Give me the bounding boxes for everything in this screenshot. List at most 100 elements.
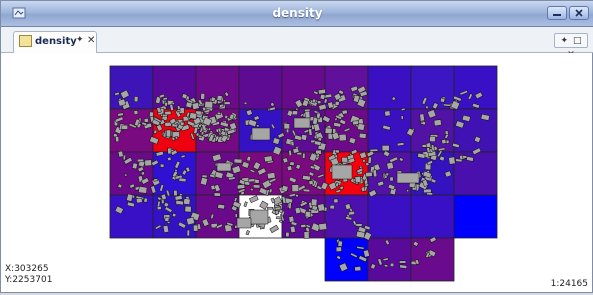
building-footprint — [319, 93, 326, 100]
building-footprint — [288, 202, 292, 210]
density-cell — [453, 108, 498, 153]
building-footprint — [251, 127, 271, 141]
building-footprint — [441, 138, 447, 145]
building-footprint — [355, 230, 366, 239]
panel-maximize-icon[interactable]: □ — [573, 36, 582, 46]
map-canvas[interactable]: X:303265 Y:2253701 1:24165 — [2, 53, 592, 291]
building-footprint — [291, 184, 300, 192]
building-footprint — [302, 188, 311, 193]
building-footprint — [156, 206, 162, 211]
building-footprint — [288, 149, 292, 157]
building-footprint — [348, 210, 355, 216]
building-footprint — [183, 198, 191, 205]
map-layer-icon — [19, 35, 32, 47]
building-footprint — [286, 165, 293, 172]
density-cell — [410, 65, 455, 110]
building-footprint — [338, 133, 347, 142]
building-footprint — [210, 96, 216, 103]
building-footprint — [268, 188, 273, 194]
building-footprint — [355, 223, 363, 227]
building-footprint — [426, 192, 433, 196]
building-footprint — [133, 96, 139, 103]
x-coordinate: X:303265 — [5, 264, 49, 274]
minimize-button[interactable] — [547, 6, 567, 20]
close-button[interactable] — [569, 6, 589, 20]
building-footprint — [444, 130, 449, 135]
building-footprint — [186, 216, 195, 226]
building-footprint — [334, 149, 340, 154]
building-footprint — [421, 144, 428, 148]
scale-readout: 1:24165 — [550, 279, 588, 289]
building-footprint — [162, 225, 170, 233]
building-footprint — [308, 128, 313, 136]
close-icon — [575, 9, 583, 17]
building-footprint — [267, 206, 274, 210]
building-footprint — [137, 158, 145, 163]
building-footprint — [455, 158, 463, 163]
building-footprint — [144, 159, 153, 167]
building-footprint — [360, 186, 366, 193]
density-map[interactable] — [2, 53, 592, 291]
building-footprint — [302, 175, 311, 181]
building-footprint — [399, 260, 407, 264]
building-footprint — [122, 154, 126, 161]
building-footprint — [136, 197, 143, 204]
tab-density[interactable]: density ✦ ✕ — [13, 31, 97, 53]
building-footprint — [466, 156, 474, 162]
building-footprint — [433, 119, 442, 127]
building-footprint — [233, 158, 243, 164]
building-footprint — [174, 136, 179, 140]
panel-pin-icon[interactable]: ✦ — [561, 36, 569, 46]
density-cell — [109, 65, 154, 110]
building-footprint — [318, 222, 328, 231]
building-footprint — [300, 134, 308, 141]
title-bar[interactable]: density — [1, 1, 593, 27]
building-footprint — [300, 224, 307, 228]
building-footprint — [335, 246, 342, 252]
building-footprint — [274, 209, 280, 215]
building-footprint — [208, 127, 211, 131]
building-footprint — [283, 123, 290, 130]
building-footprint — [386, 161, 394, 170]
building-footprint — [166, 156, 172, 162]
building-footprint — [396, 172, 420, 184]
building-footprint — [143, 118, 149, 123]
building-footprint — [417, 152, 426, 159]
tab-close-icon[interactable]: ✕ — [87, 35, 95, 46]
building-footprint — [425, 142, 432, 149]
building-footprint — [400, 115, 404, 120]
building-footprint — [179, 121, 185, 127]
density-cell — [410, 194, 455, 239]
building-footprint — [193, 224, 199, 232]
pin-icon[interactable]: ✦ — [76, 35, 84, 45]
building-footprint — [383, 264, 389, 268]
building-footprint — [317, 88, 326, 95]
building-footprint — [234, 213, 238, 218]
density-cell — [453, 194, 498, 239]
building-footprint — [177, 105, 181, 110]
building-footprint — [381, 145, 390, 152]
building-footprint — [143, 197, 148, 203]
building-footprint — [138, 186, 148, 194]
building-footprint — [419, 113, 425, 122]
building-footprint — [304, 211, 311, 218]
building-footprint — [115, 136, 120, 143]
building-footprint — [133, 110, 139, 115]
building-footprint — [296, 152, 303, 156]
building-footprint — [186, 229, 190, 237]
building-footprint — [252, 184, 261, 189]
building-footprint — [243, 101, 248, 105]
building-footprint — [429, 136, 436, 142]
building-footprint — [174, 195, 183, 201]
building-footprint — [365, 171, 373, 178]
building-footprint — [189, 112, 198, 120]
building-footprint — [310, 198, 318, 207]
tab-label: density — [35, 36, 77, 47]
building-footprint — [217, 203, 226, 210]
building-footprint — [324, 93, 333, 99]
density-cell — [367, 237, 412, 282]
building-footprint — [384, 110, 391, 117]
building-footprint — [333, 198, 339, 204]
building-footprint — [354, 175, 362, 184]
app-window: density density ✦ ✕ ✦ □ ✕ X:303265 Y:225… — [0, 0, 593, 293]
